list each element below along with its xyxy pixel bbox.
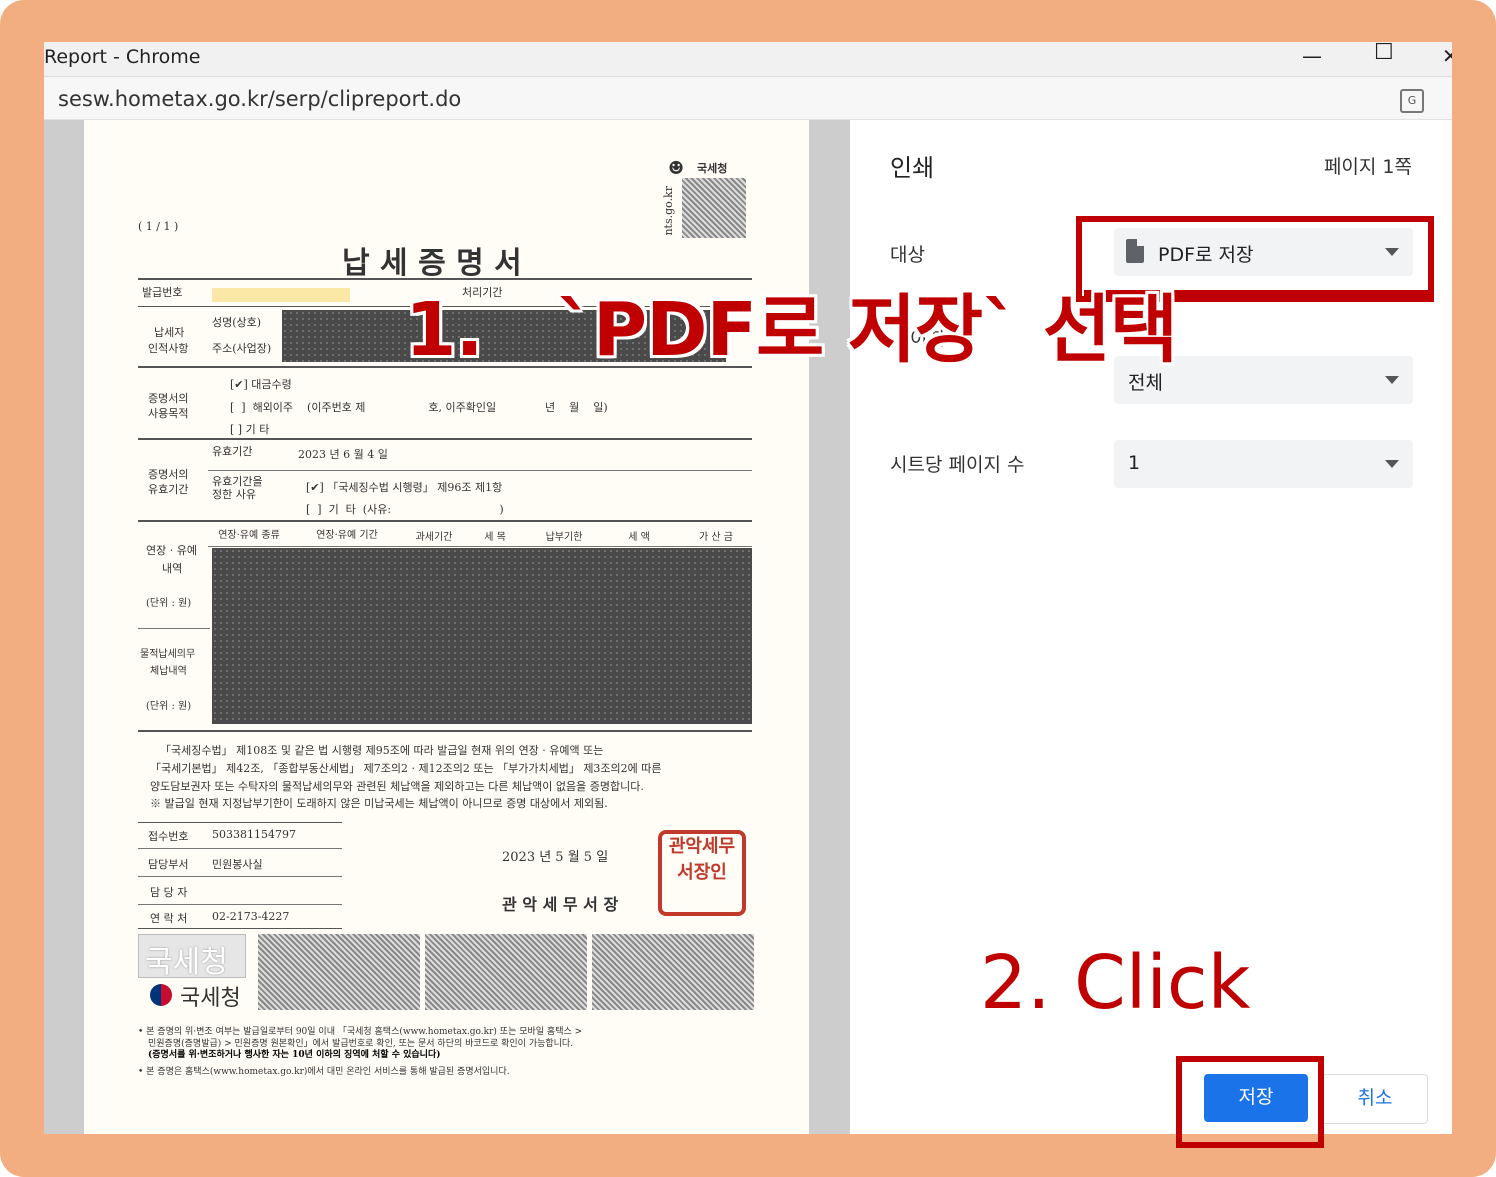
- deferral-label: 연장 · 유예: [146, 544, 197, 557]
- rule: [208, 470, 752, 471]
- dropdown-arrow-icon: [1385, 376, 1399, 384]
- inkind-label-2: 체납내역: [150, 666, 187, 677]
- logo-text: 국세청: [180, 986, 241, 1011]
- receipt-number: 503381154797: [212, 828, 296, 841]
- highlight-save: [1176, 1056, 1324, 1148]
- qr-code: [682, 178, 746, 238]
- title-bar: Report - Chrome — ☐ ✕: [44, 42, 1452, 77]
- watermark-text: 국세청: [145, 945, 228, 980]
- print-title: 인쇄: [890, 154, 935, 182]
- rule: [138, 928, 342, 929]
- barcode-1: [258, 934, 420, 1010]
- contact-value: 02-2173-4227: [212, 910, 290, 923]
- purpose-label-2: 사용목적: [148, 407, 189, 420]
- url-text[interactable]: sesw.hometax.go.kr/serp/clipreport.do: [58, 87, 461, 111]
- rule: [138, 876, 342, 877]
- table-header: 납부기한: [545, 532, 583, 543]
- valid-period-label: 유효기간: [212, 445, 253, 458]
- window-title: Report - Chrome: [44, 46, 201, 68]
- barcode-3: [592, 934, 754, 1010]
- redacted-table: [212, 548, 752, 724]
- inkind-unit: (단위 : 원): [146, 701, 192, 712]
- maximize-button[interactable]: ☐: [1374, 42, 1394, 70]
- page-number: ( 1 / 1 ): [138, 220, 179, 233]
- annotation-step-2: 2. Click: [980, 940, 1251, 1026]
- table-header: 세 액: [628, 532, 650, 543]
- nts-logo-icon: [150, 984, 172, 1006]
- issuing-office: 관 악 세 무 서 장: [502, 895, 619, 914]
- rule: [138, 520, 752, 522]
- nts-emblem-icon: ☻: [668, 158, 685, 179]
- validity-label: 증명서의: [148, 468, 189, 481]
- rule: [138, 904, 342, 905]
- table-header: 연장·유예 기간: [316, 530, 378, 541]
- table-header: 과세기간: [415, 532, 453, 543]
- address-label: 주소(사업장): [212, 342, 272, 355]
- purpose-option-3: [ ] 기 타: [230, 423, 270, 436]
- valid-reason-1: [✔] 「국세징수법 시행령」 제96조 제1항: [306, 481, 503, 494]
- dept-value: 민원봉사실: [212, 858, 263, 871]
- purpose-label: 증명서의: [148, 392, 189, 405]
- page-count: 페이지 1쪽: [1323, 156, 1412, 178]
- watermark-box: 국세청: [138, 934, 246, 980]
- statement-line: 「국세기본법」 제42조, 「종합부동산세법」 제7조의2 · 제12조의2 또…: [150, 762, 662, 775]
- agency-label: 국세청: [697, 162, 728, 175]
- destination-label: 대상: [890, 244, 925, 266]
- issue-date: 2023 년 5 월 5 일: [502, 850, 609, 865]
- table-header: 연장·유예 종류: [218, 530, 280, 541]
- annotation-step-1: 1. `PDF로 저장` 선택: [405, 287, 1178, 373]
- rule: [208, 546, 752, 547]
- pages-per-sheet-select[interactable]: 1: [1114, 440, 1413, 488]
- inkind-label: 물적납세의무: [140, 649, 196, 660]
- deferral-unit: (단위 : 원): [146, 598, 192, 609]
- rule: [138, 628, 210, 629]
- issue-no-label: 발급번호: [142, 286, 183, 299]
- rule: [138, 438, 752, 440]
- statement-line: ※ 발급일 현재 지정납부기한이 도래하지 않은 미납국세는 체납액이 아니므로…: [150, 797, 608, 810]
- rule: [138, 848, 342, 849]
- valid-reason-label-2: 정한 사유: [212, 488, 256, 501]
- close-button[interactable]: ✕: [1442, 44, 1452, 74]
- valid-period: 2023 년 6 월 4 일: [298, 448, 388, 461]
- purpose-option-2: [ ] 해외이주 (이주번호 제 호, 이주확인일 년 월 일): [230, 401, 608, 414]
- person-label: 담 당 자: [150, 886, 188, 899]
- issue-no-highlight: [212, 288, 350, 302]
- dropdown-arrow-icon: [1385, 460, 1399, 468]
- deferral-label-2: 내역: [162, 562, 183, 575]
- footnote: • 본 증명은 홈택스(www.hometax.go.kr)에서 대민 온라인 …: [138, 1067, 510, 1077]
- contact-label: 연 락 처: [150, 912, 188, 925]
- translate-icon[interactable]: G: [1400, 89, 1424, 113]
- purpose-option-1: [✔] 대금수령: [230, 378, 292, 391]
- minimize-button[interactable]: —: [1302, 44, 1322, 74]
- table-header: 가 산 금: [699, 532, 733, 543]
- address-bar: sesw.hometax.go.kr/serp/clipreport.do G: [44, 77, 1452, 120]
- pages-per-sheet-value: 1: [1128, 452, 1141, 474]
- statement-line: 양도담보권자 또는 수탁자의 물적납세의무와 관련된 체납액을 제외하고는 다른…: [150, 780, 644, 793]
- official-seal: 관악세무서장인: [658, 830, 746, 916]
- statement-line: 「국세징수법」 제108조 및 같은 법 시행령 제95조에 따라 발급일 현재…: [160, 744, 604, 757]
- valid-reason-2: [ ] 기 타 (사유: ): [306, 503, 504, 516]
- rule: [138, 730, 752, 732]
- cancel-button[interactable]: 취소: [1322, 1074, 1428, 1124]
- dept-label: 담당부서: [148, 858, 189, 871]
- taxpayer-label: 납세자: [154, 326, 185, 339]
- barcode-2: [425, 934, 587, 1010]
- site-label: nts.go.kr: [662, 186, 675, 236]
- validity-label-2: 유효기간: [148, 483, 189, 496]
- rule: [138, 822, 342, 823]
- footnote-warning: (증명서를 위·변조하거나 행사한 자는 10년 이하의 징역에 처할 수 있습…: [148, 1050, 441, 1060]
- name-label: 성명(상호): [212, 316, 262, 329]
- pages-per-sheet-label: 시트당 페이지 수: [890, 454, 1025, 476]
- taxpayer-label-2: 인적사항: [148, 342, 189, 355]
- table-header: 세 목: [484, 532, 506, 543]
- receipt-label: 접수번호: [148, 830, 189, 843]
